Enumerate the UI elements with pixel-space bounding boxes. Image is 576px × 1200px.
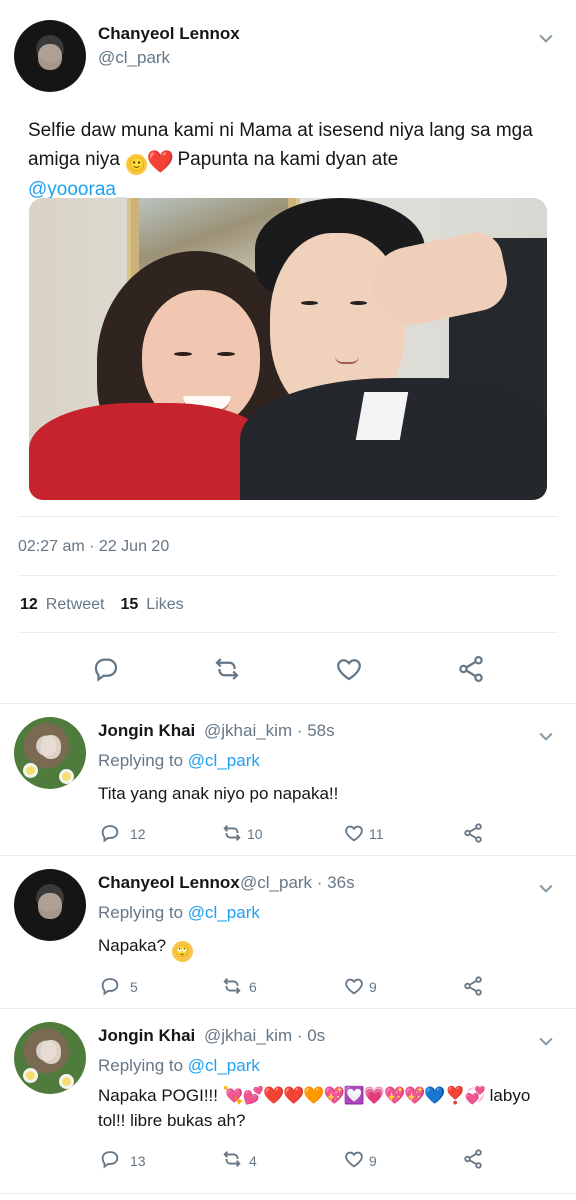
white-collar bbox=[355, 392, 409, 440]
heart-emoji-icon: ❤️ bbox=[146, 149, 174, 174]
reply-avatar[interactable] bbox=[14, 1022, 86, 1094]
retweet-icon[interactable] bbox=[220, 1147, 244, 1171]
reply-count[interactable]: 12 bbox=[130, 826, 146, 842]
tweet-stats: 12 Retweet 15 Likes bbox=[20, 596, 184, 614]
eye-roll-emoji-icon: 🙄 bbox=[171, 941, 193, 962]
chevron-down-icon[interactable] bbox=[536, 1031, 556, 1051]
tweet-timestamp[interactable]: 02:27 am · 22 Jun 20 bbox=[18, 538, 169, 556]
avatar-face bbox=[38, 893, 62, 919]
replying-label: Replying to bbox=[98, 751, 184, 770]
like-count[interactable]: 15 bbox=[121, 596, 139, 614]
main-tweet: Chanyeol Lennox @cl_park Selfie daw muna… bbox=[0, 0, 576, 704]
reply-author-handle[interactable]: @jkhai_kim · 0s bbox=[204, 1026, 325, 1046]
replying-mention[interactable]: @cl_park bbox=[188, 751, 260, 770]
like-count[interactable]: 9 bbox=[369, 979, 377, 995]
reply-avatar[interactable] bbox=[14, 869, 86, 941]
reply-author-handle[interactable]: @cl_park · 36s bbox=[240, 873, 355, 893]
heart-emojis-icon: 💘💕❤️❤️🧡💖💟💗💖💖💙❣️💞 bbox=[222, 1086, 486, 1105]
reply-author-name[interactable]: Chanyeol Lennox bbox=[98, 873, 240, 893]
retweet-count[interactable]: 12 bbox=[20, 596, 38, 614]
reply-text-prefix: Napaka POGI!!! bbox=[98, 1086, 223, 1105]
author-name[interactable]: Chanyeol Lennox bbox=[98, 24, 240, 44]
share-icon[interactable] bbox=[455, 653, 487, 685]
avatar-face bbox=[41, 735, 61, 759]
woman-eye bbox=[217, 352, 235, 356]
tweet-text: Selfie daw muna kami ni Mama at isesend … bbox=[28, 116, 548, 204]
reply-icon[interactable] bbox=[98, 1147, 122, 1171]
flower-decoration bbox=[26, 766, 35, 775]
reply-icon[interactable] bbox=[98, 821, 122, 845]
share-icon[interactable] bbox=[461, 821, 485, 845]
flower-decoration bbox=[62, 1077, 71, 1086]
man-eye bbox=[301, 301, 318, 305]
red-shirt bbox=[29, 403, 273, 500]
like-icon[interactable] bbox=[333, 653, 365, 685]
tweet-text-suffix: Papunta na kami dyan ate bbox=[172, 149, 399, 170]
reply-icon[interactable] bbox=[98, 974, 122, 998]
replying-to: Replying to @cl_park bbox=[98, 1056, 260, 1076]
tweet-photo[interactable] bbox=[29, 198, 547, 500]
share-icon[interactable] bbox=[461, 974, 485, 998]
avatar-face bbox=[41, 1040, 61, 1064]
like-count[interactable]: 11 bbox=[369, 826, 384, 842]
chevron-down-icon[interactable] bbox=[536, 726, 556, 746]
reply-avatar[interactable] bbox=[14, 717, 86, 789]
reply-author-name[interactable]: Jongin Khai bbox=[98, 721, 195, 741]
retweet-count[interactable]: 10 bbox=[247, 826, 263, 842]
retweet-icon[interactable] bbox=[220, 974, 244, 998]
reply-author-name[interactable]: Jongin Khai bbox=[98, 1026, 195, 1046]
flower-decoration bbox=[62, 772, 71, 781]
reply-text: Napaka? bbox=[98, 936, 167, 955]
replying-to: Replying to @cl_park bbox=[98, 903, 260, 923]
reply-author-handle[interactable]: @jkhai_kim · 58s bbox=[204, 721, 335, 741]
replying-to: Replying to @cl_park bbox=[98, 751, 260, 771]
divider bbox=[18, 632, 558, 633]
retweet-label[interactable]: Retweet bbox=[46, 596, 105, 614]
reply-tweet[interactable]: Jongin Khai @jkhai_kim · 58s Replying to… bbox=[0, 703, 576, 856]
flower-decoration bbox=[26, 1071, 35, 1080]
reply-text-wrapper: Napaka POGI!!! 💘💕❤️❤️🧡💖💟💗💖💖💙❣️💞 labyo to… bbox=[98, 1083, 553, 1133]
retweet-icon[interactable] bbox=[220, 821, 244, 845]
reply-count[interactable]: 13 bbox=[130, 1153, 146, 1169]
bottom-divider bbox=[0, 1193, 576, 1194]
author-avatar[interactable] bbox=[14, 20, 86, 92]
reply-count[interactable]: 5 bbox=[130, 979, 138, 995]
like-icon[interactable] bbox=[342, 821, 366, 845]
retweet-count[interactable]: 6 bbox=[249, 979, 257, 995]
author-handle[interactable]: @cl_park bbox=[98, 48, 170, 68]
avatar-face bbox=[38, 44, 62, 70]
reply-tweet[interactable]: Chanyeol Lennox @cl_park · 36s Replying … bbox=[0, 855, 576, 1008]
share-icon[interactable] bbox=[461, 1147, 485, 1171]
reply-text: Tita yang anak niyo po napaka!! bbox=[98, 784, 339, 803]
retweet-icon[interactable] bbox=[211, 653, 243, 685]
replying-label: Replying to bbox=[98, 903, 184, 922]
chevron-down-icon[interactable] bbox=[536, 28, 556, 48]
replying-label: Replying to bbox=[98, 1056, 184, 1075]
retweet-count[interactable]: 4 bbox=[249, 1153, 257, 1169]
replying-mention[interactable]: @cl_park bbox=[188, 1056, 260, 1075]
reply-tweet[interactable]: Jongin Khai @jkhai_kim · 0s Replying to … bbox=[0, 1008, 576, 1200]
mention-link[interactable]: @yoooraa_ bbox=[28, 179, 127, 200]
replying-mention[interactable]: @cl_park bbox=[188, 903, 260, 922]
smile-emoji-icon: 🙂 bbox=[126, 154, 148, 175]
divider bbox=[18, 516, 558, 517]
like-icon[interactable] bbox=[342, 974, 366, 998]
divider bbox=[18, 575, 558, 576]
like-count[interactable]: 9 bbox=[369, 1153, 377, 1169]
chevron-down-icon[interactable] bbox=[536, 878, 556, 898]
man-eye bbox=[350, 301, 367, 305]
woman-eye bbox=[174, 352, 192, 356]
reply-text-wrapper: Napaka? 🙄 bbox=[98, 933, 553, 962]
like-icon[interactable] bbox=[342, 1147, 366, 1171]
like-label[interactable]: Likes bbox=[146, 596, 183, 614]
reply-icon[interactable] bbox=[90, 653, 122, 685]
